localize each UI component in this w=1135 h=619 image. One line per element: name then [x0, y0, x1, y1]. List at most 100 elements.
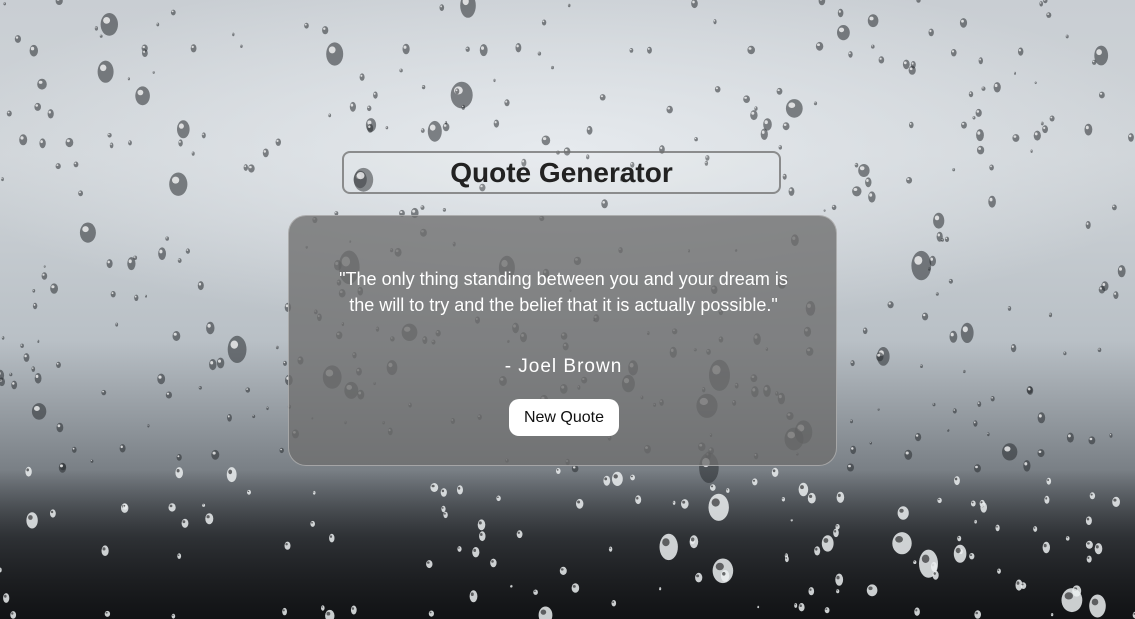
raindrop-highlight [202, 504, 204, 506]
raindrop [34, 102, 41, 111]
raindrop-highlight [478, 521, 482, 525]
raindrop-highlight [952, 168, 954, 170]
raindrop [37, 78, 47, 90]
raindrop [862, 327, 868, 335]
raindrop [969, 553, 975, 560]
raindrop [576, 498, 584, 509]
raindrop [993, 82, 1001, 93]
raindrop-highlight [32, 289, 35, 291]
raindrop [847, 463, 854, 472]
raindrop [850, 445, 857, 455]
raindrop [3, 2, 6, 6]
raindrop [504, 99, 510, 107]
raindrop-highlight [30, 46, 35, 51]
raindrop-highlight [1085, 125, 1089, 130]
title-box: Quote Generator [342, 151, 781, 194]
raindrop-highlight [169, 504, 173, 508]
raindrop [197, 281, 204, 291]
raindrop-highlight [859, 166, 865, 171]
raindrop [533, 589, 538, 595]
raindrop [283, 360, 287, 366]
raindrop [1065, 536, 1070, 541]
raindrop [19, 134, 28, 146]
raindrop [1040, 121, 1044, 126]
raindrop [968, 91, 974, 98]
raindrop-highlight [869, 16, 874, 21]
raindrop-highlight [1033, 527, 1036, 529]
raindrop-highlight [907, 178, 910, 181]
raindrop [754, 106, 758, 111]
raindrop-highlight [35, 374, 39, 378]
raindrop [430, 483, 439, 492]
raindrop-highlight [726, 489, 728, 491]
raindrop [981, 86, 986, 91]
raindrop [865, 177, 872, 188]
raindrop-highlight [177, 554, 180, 556]
raindrop-highlight [199, 386, 201, 388]
raindrop [837, 24, 850, 41]
raindrop [3, 593, 10, 603]
raindrop [940, 238, 945, 242]
raindrop-highlight [1021, 583, 1024, 586]
raindrop-highlight [951, 50, 955, 53]
raindrop-highlight [834, 530, 837, 533]
raindrop-highlight [1087, 556, 1090, 560]
raindrop [165, 236, 169, 241]
raindrop-highlight [422, 85, 424, 87]
raindrop [461, 104, 466, 110]
raindrop-highlight [938, 498, 940, 501]
raindrop-highlight [100, 64, 107, 72]
raindrop [957, 535, 962, 542]
raindrop-highlight [647, 47, 650, 50]
raindrop-highlight [809, 494, 813, 498]
raindrop-highlight [979, 58, 981, 61]
raindrop [170, 9, 176, 16]
raindrop-highlight [481, 46, 484, 50]
raindrop-highlight [35, 104, 38, 107]
raindrop-highlight [837, 493, 841, 498]
raindrop-highlight [218, 359, 221, 363]
raindrop [34, 373, 42, 384]
raindrop-highlight [107, 260, 110, 264]
raindrop [262, 148, 269, 158]
raindrop-highlight [1040, 2, 1042, 4]
raindrop [666, 105, 673, 114]
raindrop-highlight [458, 547, 460, 549]
raindrop-highlight [752, 479, 756, 482]
raindrop [681, 499, 689, 509]
raindrop-highlight [51, 285, 55, 289]
raindrop [1084, 123, 1093, 136]
raindrop-highlight [848, 464, 851, 468]
raindrop [877, 408, 880, 411]
raindrop-highlight [969, 554, 973, 557]
raindrop [708, 493, 729, 521]
new-quote-button[interactable]: New Quote [509, 399, 619, 436]
raindrop [266, 406, 269, 411]
raindrop-highlight [713, 20, 716, 22]
raindrop [282, 607, 287, 616]
raindrop [58, 462, 67, 473]
raindrop-highlight [945, 237, 948, 240]
raindrop [211, 449, 220, 460]
raindrop [947, 429, 950, 432]
raindrop-highlight [102, 547, 106, 551]
raindrop [99, 34, 103, 38]
raindrop-highlight [836, 575, 840, 580]
raindrop-highlight [143, 50, 146, 53]
raindrop [420, 205, 425, 210]
raindrop-highlight [2, 336, 4, 338]
raindrop-highlight [311, 521, 313, 524]
raindrop-highlight [871, 45, 873, 47]
raindrop-highlight [128, 141, 131, 143]
raindrop-highlight [848, 52, 851, 55]
raindrop-highlight [326, 611, 331, 616]
raindrop-highlight [542, 20, 545, 23]
raindrop [672, 500, 676, 505]
raindrop [37, 339, 40, 343]
raindrop [1094, 45, 1109, 66]
raindrop [1128, 133, 1134, 142]
raindrop-highlight [42, 273, 45, 276]
raindrop-highlight [1013, 135, 1017, 138]
raindrop [1044, 495, 1050, 504]
raindrop-highlight [909, 67, 913, 71]
